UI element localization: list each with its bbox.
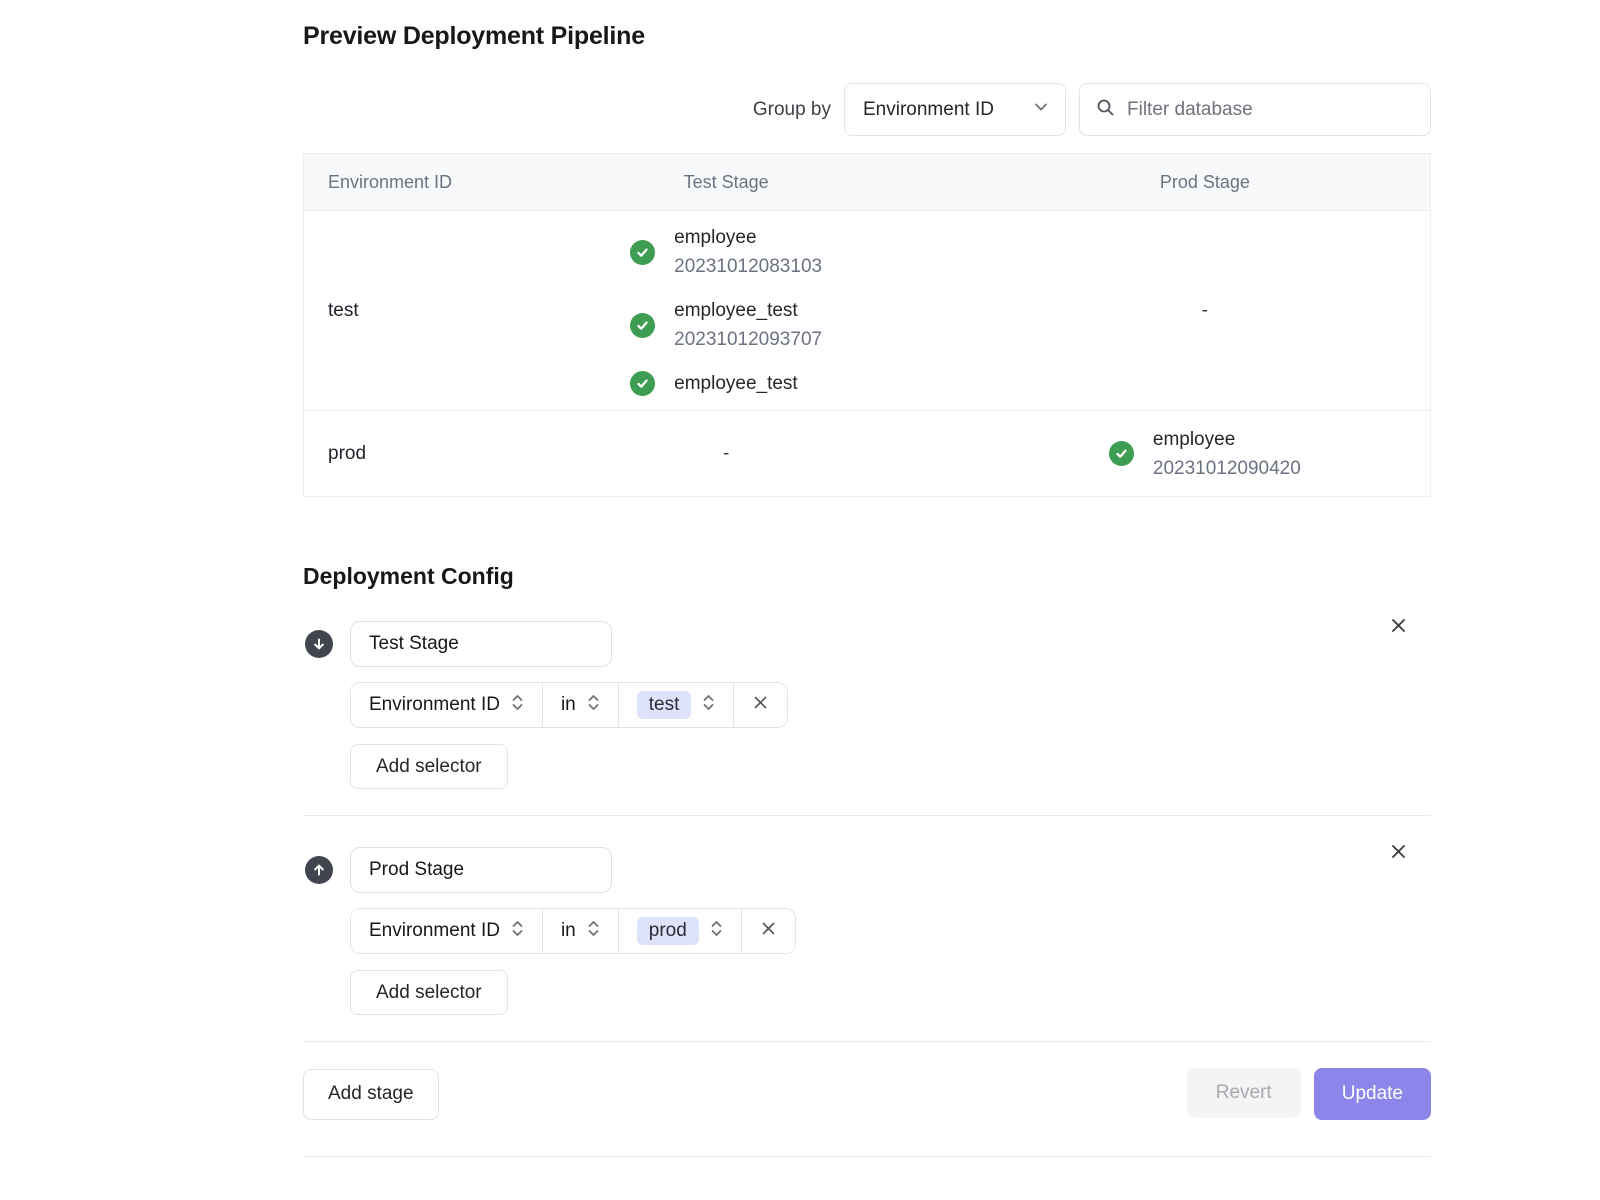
table-header-row: Environment ID Test Stage Prod Stage [304,154,1431,211]
selector-key-value: Environment ID [369,920,500,942]
column-header-test-stage: Test Stage [473,154,980,211]
config-stage-prod: Environment ID in prod [303,816,1431,1041]
selector-bar: Environment ID in test [350,682,788,728]
deployment-entry: employee 20231012090420 [1109,425,1301,483]
update-button[interactable]: Update [1314,1068,1431,1120]
environment-name: test [304,211,473,411]
group-by-value: Environment ID [863,99,994,121]
filter-database-box [1079,83,1431,136]
deployment-entries: employee 20231012090420 [1109,425,1301,483]
prod-stage-cell: employee 20231012090420 [980,411,1431,497]
database-name: employee [1153,425,1301,454]
search-icon [1096,98,1115,122]
chevron-up-down-icon [511,693,524,718]
deployment-entry: employee 20231012083103 [630,223,822,281]
deployment-entry: employee_test 20231012093707 [630,296,822,354]
divider [303,1156,1431,1157]
add-selector-button[interactable]: Add selector [350,744,508,789]
column-header-prod-stage: Prod Stage [980,154,1431,211]
test-stage-cell: employee 20231012083103 employee_test 20… [473,211,980,411]
selector-operator-select[interactable]: in [543,909,619,953]
table-row: prod - employee 20231012090420 [304,411,1431,497]
remove-selector-button[interactable] [734,683,787,727]
add-stage-button[interactable]: Add stage [303,1069,439,1120]
selector-row: Environment ID in prod [350,908,1431,954]
chevron-up-down-icon [587,919,600,944]
selector-key-value: Environment ID [369,694,500,716]
selector-operator-value: in [561,920,576,942]
check-circle-icon [630,240,655,265]
database-version: 20231012093707 [674,325,822,354]
deployment-config-title: Deployment Config [303,563,1431,590]
deployment-entries: employee 20231012083103 employee_test 20… [630,223,822,398]
filter-database-input[interactable] [1127,99,1414,121]
selector-value-select[interactable]: test [619,683,735,727]
chevron-up-down-icon [710,919,723,944]
arrow-down-circle-icon [305,630,333,658]
stage-header [303,621,1431,667]
page-title: Preview Deployment Pipeline [303,0,1431,51]
table-row: test employee 20231012083103 [304,211,1431,411]
revert-button[interactable]: Revert [1187,1068,1301,1118]
config-stage-test: Environment ID in test [303,590,1431,815]
group-by-select[interactable]: Environment ID [844,83,1066,136]
remove-selector-button[interactable] [742,909,795,953]
environment-name: prod [304,411,473,497]
selector-key-select[interactable]: Environment ID [351,909,543,953]
selector-bar: Environment ID in prod [350,908,796,954]
page-container: Preview Deployment Pipeline Group by Env… [303,0,1431,1157]
toolbar: Group by Environment ID [303,83,1431,136]
prod-stage-cell: - [980,211,1431,411]
selector-operator-select[interactable]: in [543,683,619,727]
close-icon [1389,616,1408,638]
selector-value-badge: test [637,691,692,719]
database-name: employee [674,223,822,252]
deployment-entry: employee_test [630,369,822,398]
chevron-up-down-icon [587,693,600,718]
chevron-down-icon [1033,99,1049,121]
empty-placeholder: - [1202,300,1208,321]
footer-actions: Revert Update [1187,1068,1431,1120]
selector-row: Environment ID in test [350,682,1431,728]
stage-name-input[interactable] [350,621,612,667]
selector-operator-value: in [561,694,576,716]
stage-name-input[interactable] [350,847,612,893]
selector-value-select[interactable]: prod [619,909,742,953]
remove-stage-button[interactable] [1385,840,1411,866]
arrow-up-circle-icon [305,856,333,884]
empty-placeholder: - [723,443,729,464]
database-name: employee_test [674,296,822,325]
chevron-up-down-icon [702,693,715,718]
chevron-up-down-icon [511,919,524,944]
close-icon [760,920,777,943]
remove-stage-button[interactable] [1385,614,1411,640]
divider [303,1041,1431,1042]
stage-header [303,847,1431,893]
check-circle-icon [630,371,655,396]
selector-key-select[interactable]: Environment ID [351,683,543,727]
test-stage-cell: - [473,411,980,497]
check-circle-icon [630,313,655,338]
config-footer: Add stage Revert Update [303,1068,1431,1120]
selector-value-badge: prod [637,917,699,945]
database-name: employee_test [674,369,798,398]
pipeline-table: Environment ID Test Stage Prod Stage tes… [303,153,1431,497]
database-version: 20231012090420 [1153,454,1301,483]
group-by-label: Group by [753,99,831,121]
database-version: 20231012083103 [674,252,822,281]
close-icon [752,694,769,717]
add-selector-button[interactable]: Add selector [350,970,508,1015]
check-circle-icon [1109,441,1134,466]
close-icon [1389,842,1408,864]
column-header-environment-id: Environment ID [304,154,473,211]
